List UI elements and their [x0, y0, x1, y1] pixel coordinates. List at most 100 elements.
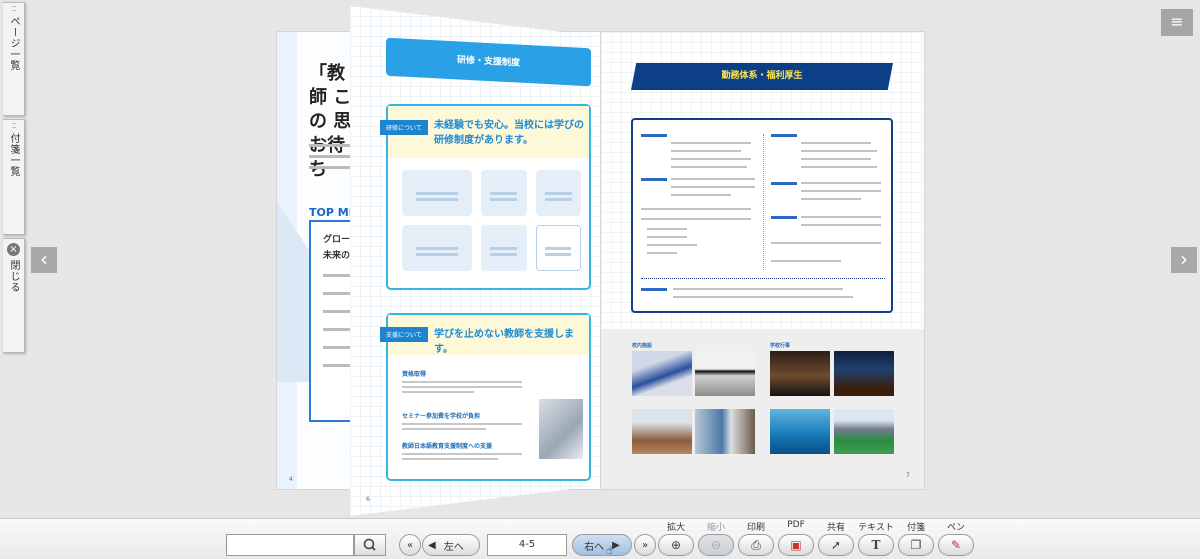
benefits-ribbon: 勤務体系・福利厚生	[631, 63, 893, 90]
page-list-tab[interactable]: ⁚⁚⁚ ページ一覧	[3, 2, 25, 116]
facility-photo	[632, 409, 692, 454]
training-chips	[388, 158, 589, 271]
info-line	[801, 158, 871, 160]
info-line	[671, 178, 755, 180]
last-page-button[interactable]: »	[634, 534, 656, 556]
info-line	[771, 260, 841, 262]
training-chip	[481, 225, 527, 271]
message-line: グロー	[323, 235, 351, 245]
pen-tool[interactable]: ペン ✎	[936, 519, 976, 559]
zoom-out-icon[interactable]: ⊖	[698, 534, 734, 556]
search-input[interactable]	[226, 534, 354, 556]
support-item: 資格取得	[402, 369, 522, 396]
info-line	[673, 288, 843, 290]
tool-label: PDF	[787, 520, 805, 530]
info-line	[647, 236, 687, 238]
prev-page-arrow[interactable]: ‹	[31, 247, 57, 273]
page-number-field[interactable]: 4-5	[487, 534, 567, 556]
info-label	[641, 134, 667, 137]
info-line	[801, 216, 881, 218]
info-line	[647, 244, 697, 246]
training-chip	[402, 225, 472, 271]
benefits-title: 勤務体系・福利厚生	[721, 71, 803, 81]
box-tag: 支援について	[380, 327, 428, 342]
box-title: 学びを止めない教師を支援します。	[434, 329, 574, 355]
bottom-toolbar: « ◀ 左へ 4-5 右へ ▶ » 拡大 ⊕ 縮小 ⊖ 印刷 ⎙ PDF ▣ 共…	[0, 518, 1200, 559]
right-arrow-icon: ▶	[612, 539, 620, 551]
info-label	[641, 288, 667, 291]
page-number: 7	[906, 472, 910, 479]
box-header: 研修について 未経験でも安心。当校には学びの研修制度があります。	[380, 106, 589, 158]
page-number: 6	[366, 496, 370, 503]
facility-photo	[632, 351, 692, 396]
search-button[interactable]	[354, 534, 386, 556]
grip-icon: ⁚⁚⁚	[11, 122, 17, 130]
sticky-note-icon[interactable]: ❐	[898, 534, 934, 556]
info-line	[673, 296, 853, 298]
pdf-tool[interactable]: PDF ▣	[776, 519, 816, 559]
info-line	[641, 218, 751, 220]
close-icon: ×	[7, 243, 20, 256]
tool-label: 共有	[826, 523, 845, 533]
text-line	[309, 166, 354, 169]
text-icon[interactable]: T	[858, 534, 894, 556]
close-tab[interactable]: × 閉じる	[3, 238, 25, 353]
info-line	[641, 208, 751, 210]
info-line	[671, 142, 751, 144]
zoom-out-tool[interactable]: 縮小 ⊖	[696, 519, 736, 559]
support-item-title: セミナー参加費を学校が負担	[402, 413, 481, 420]
info-line	[801, 166, 877, 168]
grip-icon: ⁚⁚⁚	[11, 5, 17, 13]
event-photo	[834, 409, 894, 454]
print-icon[interactable]: ⎙	[738, 534, 774, 556]
gallery-label: 学校行事	[770, 343, 791, 349]
pen-icon[interactable]: ✎	[938, 534, 974, 556]
tool-label: ペン	[946, 523, 965, 533]
zoom-in-tool[interactable]: 拡大 ⊕	[656, 519, 696, 559]
facility-photo	[695, 351, 755, 396]
tool-label: 付箋	[906, 523, 925, 533]
info-line	[801, 142, 871, 144]
training-chip	[402, 170, 472, 216]
next-page-arrow[interactable]: ›	[1171, 247, 1197, 273]
info-line	[801, 182, 881, 184]
menu-button[interactable]: ≡	[1161, 9, 1193, 36]
info-line	[771, 242, 881, 244]
share-tool[interactable]: 共有 ➚	[816, 519, 856, 559]
text-tool[interactable]: テキスト T	[856, 519, 896, 559]
share-icon[interactable]: ➚	[818, 534, 854, 556]
facility-photo	[695, 409, 755, 454]
dotted-divider	[641, 278, 885, 279]
support-item-title: 資格取得	[402, 371, 427, 378]
zoom-in-icon[interactable]: ⊕	[658, 534, 694, 556]
prev-page-button[interactable]: ◀ 左へ	[422, 534, 480, 556]
message-line: 未来の	[323, 251, 351, 261]
info-line	[671, 158, 751, 160]
first-page-button[interactable]: «	[399, 534, 421, 556]
page-number: 4	[289, 476, 293, 483]
next-label: 右へ	[584, 541, 605, 553]
info-line	[647, 252, 677, 254]
training-title: 研修・支援制度	[456, 55, 520, 69]
sticky-list-tab[interactable]: ⁚⁚⁚ 付箋一覧	[3, 119, 25, 235]
print-tool[interactable]: 印刷 ⎙	[736, 519, 776, 559]
info-line	[801, 190, 881, 192]
search-icon	[363, 538, 376, 551]
right-page: 勤務体系・福利厚生 校内施設 学校行事 7	[600, 31, 925, 490]
double-left-icon: «	[406, 539, 414, 551]
training-chip	[481, 170, 527, 216]
info-line	[671, 186, 755, 188]
box-tag: 研修について	[380, 120, 428, 135]
sticky-list-label: 付箋一覧	[8, 133, 19, 177]
pdf-icon[interactable]: ▣	[778, 534, 814, 556]
next-page-button[interactable]: 右へ ▶	[572, 534, 632, 556]
close-label: 閉じる	[8, 260, 19, 293]
flipping-page[interactable]: 研修・支援制度 研修について 未経験でも安心。当校には学びの研修制度があります。…	[350, 6, 600, 516]
info-line	[801, 224, 881, 226]
info-label	[771, 182, 797, 185]
sticky-note-tool[interactable]: 付箋 ❐	[896, 519, 936, 559]
prev-label: 左へ	[443, 541, 464, 553]
hand-cursor-icon: ☝	[606, 544, 613, 557]
training-chip	[535, 170, 581, 216]
info-label	[641, 178, 667, 181]
